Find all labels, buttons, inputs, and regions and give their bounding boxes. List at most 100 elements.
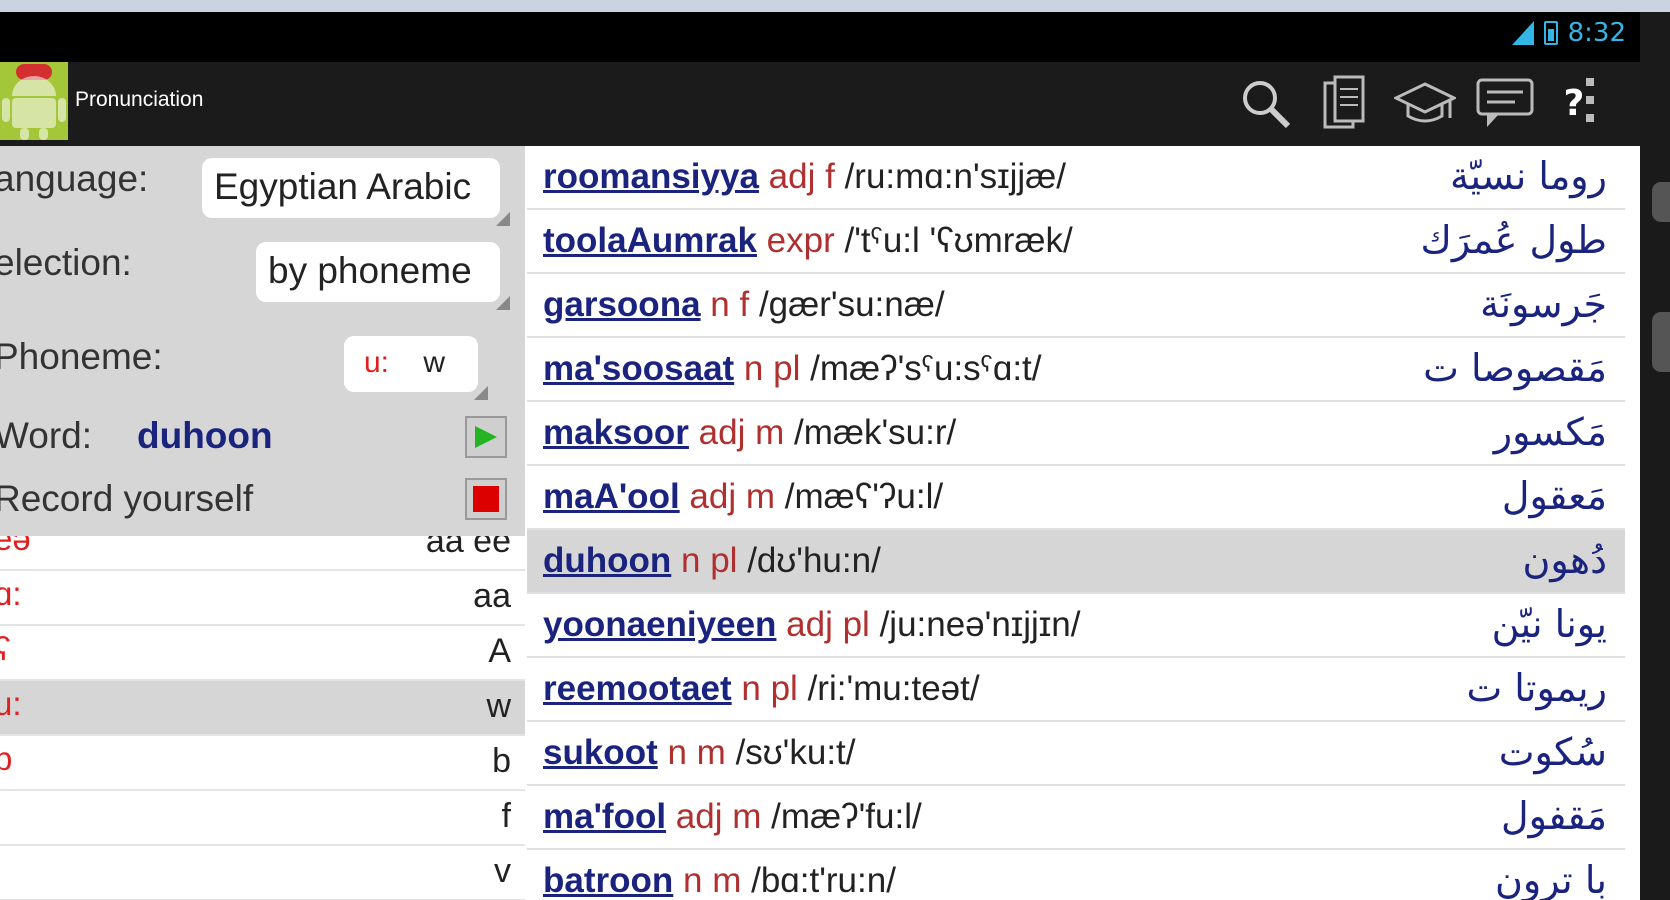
word-row[interactable]: toolaAumrak expr /'tˤu:l 'ʕʊmræk/ طول عُ… [527,210,1625,274]
ipa-transcription: /ri:'mu:teət/ [807,669,980,708]
word-text: ma'fool [543,797,667,836]
arabic-text: مَقصوصا ت [1423,346,1607,390]
word-row-selected[interactable]: duhoon n pl /dʊ'hu:n/ دُهون [527,530,1625,594]
word-row[interactable]: garsoona n f /gær'su:næ/ جَرسونَة [527,274,1625,338]
app-title: Pronunciation [75,88,204,111]
documents-icon[interactable] [1314,68,1376,138]
record-icon [473,486,499,512]
phoneme-letter: w [423,346,446,379]
part-of-speech: adj m [698,413,785,452]
action-bar: Pronunciation ? [0,62,1640,146]
word-text: duhoon [543,541,672,580]
arabic-text: ريموتا ت [1466,666,1607,710]
signal-icon [1511,21,1534,45]
status-bar: 8:32 [0,12,1640,62]
part-of-speech: n f [710,285,750,324]
overflow-menu-icon[interactable] [1586,78,1596,122]
arabic-text: روما نسيّة [1449,154,1607,198]
ipa-transcription: /dʊ'hu:n/ [747,541,881,580]
part-of-speech: adj m [689,477,775,516]
current-word: duhoon [137,415,273,456]
word-label: Word: [0,415,93,456]
language-label: anguage: [0,158,149,199]
play-button[interactable] [465,416,507,458]
part-of-speech: n pl [743,349,801,388]
selection-spinner[interactable]: by phoneme [256,242,510,310]
word-row[interactable]: ma'soosaat n pl /mæʔ'sˤu:sˤɑ:t/ مَقصوصا … [527,338,1625,402]
arabic-text: دُهون [1522,538,1608,582]
word-row[interactable]: batroon n m /bɑ:t'ru:n/ با ترون [527,850,1625,900]
arabic-text: يونا نيّن [1491,602,1607,646]
search-icon[interactable] [1234,68,1296,138]
arabic-text: جَرسونَة [1480,282,1607,326]
list-item[interactable]: ɑ: aa [0,571,525,626]
selection-value: by phoneme [268,250,472,291]
desktop-background [0,0,1670,12]
word-list: roomansiyya adj f /ru:mɑ:n'sɪjjæ/ روما ن… [527,146,1625,900]
battery-icon [1543,21,1558,45]
ipa-transcription: /'tˤu:l 'ʕʊmræk/ [844,221,1073,260]
part-of-speech: n pl [741,669,798,708]
phoneme-ipa: u: [364,346,390,379]
phoneme-spinner[interactable]: u: w [344,336,488,400]
ipa-transcription: /bɑ:t'ru:n/ [751,861,896,900]
ipa-transcription: /ju:neə'nɪjjɪn/ [879,605,1081,644]
part-of-speech: adj m [675,797,762,836]
ipa-transcription: /mæʕ'ʔu:l/ [784,477,944,516]
word-text: maA'ool [543,477,680,516]
list-item[interactable]: eə aa ee [0,536,525,571]
record-label: Record yourself [0,478,254,519]
word-text: maksoor [543,413,689,452]
word-text: batroon [543,861,674,900]
word-text: garsoona [543,285,701,324]
ipa-transcription: /mæʔ'fu:l/ [771,797,922,836]
phoneme-label: Phoneme: [0,336,163,377]
arabic-text: مَكسور [1493,410,1607,454]
ipa-transcription: /mæk'su:r/ [793,413,957,452]
ipa-transcription: /ru:mɑ:n'sɪjjæ/ [844,157,1066,196]
system-nav-bar [1640,12,1670,900]
word-row[interactable]: reemootaet n pl /ri:'mu:teət/ ريموتا ت [527,658,1625,722]
settings-panel: anguage: Egyptian Arabic election: by ph… [0,146,525,539]
arabic-text: سُكوت [1498,730,1607,774]
word-row[interactable]: ma'fool adj m /mæʔ'fu:l/ مَقفول [527,786,1625,850]
app-logo-icon[interactable] [0,62,68,140]
word-row[interactable]: yoonaeniyeen adj pl /ju:neə'nɪjjɪn/ يونا… [527,594,1625,658]
word-row[interactable]: maksoor adj m /mæk'su:r/ مَكسور [527,402,1625,466]
list-item[interactable]: f [0,791,525,846]
word-text: reemootaet [543,669,732,708]
selection-label: election: [0,242,132,283]
arabic-text: طول عُمرَك [1420,218,1608,262]
part-of-speech: n m [667,733,726,772]
ipa-transcription: /gær'su:næ/ [758,285,945,324]
language-value: Egyptian Arabic [214,166,472,207]
word-text: yoonaeniyeen [543,605,777,644]
word-text: toolaAumrak [543,221,757,260]
part-of-speech: adj f [768,157,835,196]
word-row[interactable]: maA'ool adj m /mæʕ'ʔu:l/ مَعقول [527,466,1625,530]
record-button[interactable] [465,478,507,520]
list-item-selected[interactable]: u: w [0,681,525,736]
arabic-text: با ترون [1494,858,1607,900]
word-text: roomansiyya [543,157,759,196]
word-text: ma'soosaat [543,349,735,388]
word-text: sukoot [543,733,658,772]
arabic-text: مَقفول [1500,794,1607,838]
part-of-speech: n pl [681,541,738,580]
part-of-speech: n m [683,861,742,900]
word-row[interactable]: roomansiyya adj f /ru:mɑ:n'sɪjjæ/ روما ن… [527,146,1625,210]
ipa-transcription: /mæʔ'sˤu:sˤɑ:t/ [810,349,1042,388]
language-spinner[interactable]: Egyptian Arabic [202,158,510,226]
list-item[interactable]: b b [0,736,525,791]
list-item[interactable]: ʕ A [0,626,525,681]
part-of-speech: expr [766,221,835,260]
arabic-text: مَعقول [1501,474,1607,518]
chat-icon[interactable] [1474,68,1536,138]
part-of-speech: adj pl [786,605,870,644]
ipa-transcription: /sʊ'ku:t/ [735,733,856,772]
word-row[interactable]: sukoot n m /sʊ'ku:t/ سُكوت [527,722,1625,786]
graduation-cap-icon[interactable] [1394,68,1456,138]
list-item[interactable]: ' v [0,846,525,900]
status-time: 8:32 [1567,18,1626,48]
play-icon [475,426,497,448]
